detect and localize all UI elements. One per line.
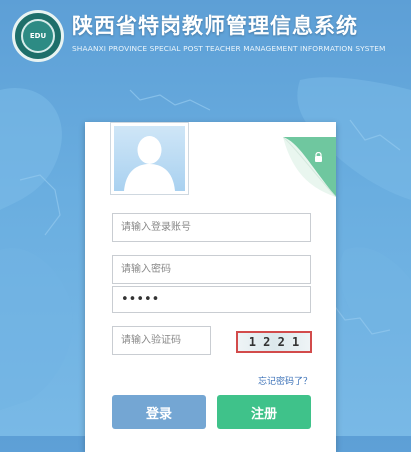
captcha-input[interactable] [112,326,211,355]
user-avatar-icon [114,126,185,191]
page-subtitle: SHAANXI PROVINCE SPECIAL POST TEACHER MA… [72,44,386,53]
page-title: 陕西省特岗教师管理信息系统 [72,14,358,38]
account-input[interactable] [112,213,311,242]
password-placeholder-input[interactable] [112,255,311,284]
captcha-code: 1 2 2 1 [248,335,300,349]
page-curl-corner [282,136,337,198]
avatar [110,122,189,195]
forgot-password-link[interactable]: 忘记密码了？ [258,374,312,387]
header: EDU 陕西省特岗教师管理信息系统 SHAANXI PROVINCE SPECI… [0,0,411,78]
password-input[interactable] [112,286,311,313]
register-button[interactable]: 注册 [217,395,311,429]
login-button[interactable]: 登录 [112,395,206,429]
captcha-image[interactable]: 1 2 2 1 [236,331,312,353]
lock-icon [314,147,323,162]
logo: EDU [12,10,64,62]
logo-emblem: EDU [21,19,55,53]
